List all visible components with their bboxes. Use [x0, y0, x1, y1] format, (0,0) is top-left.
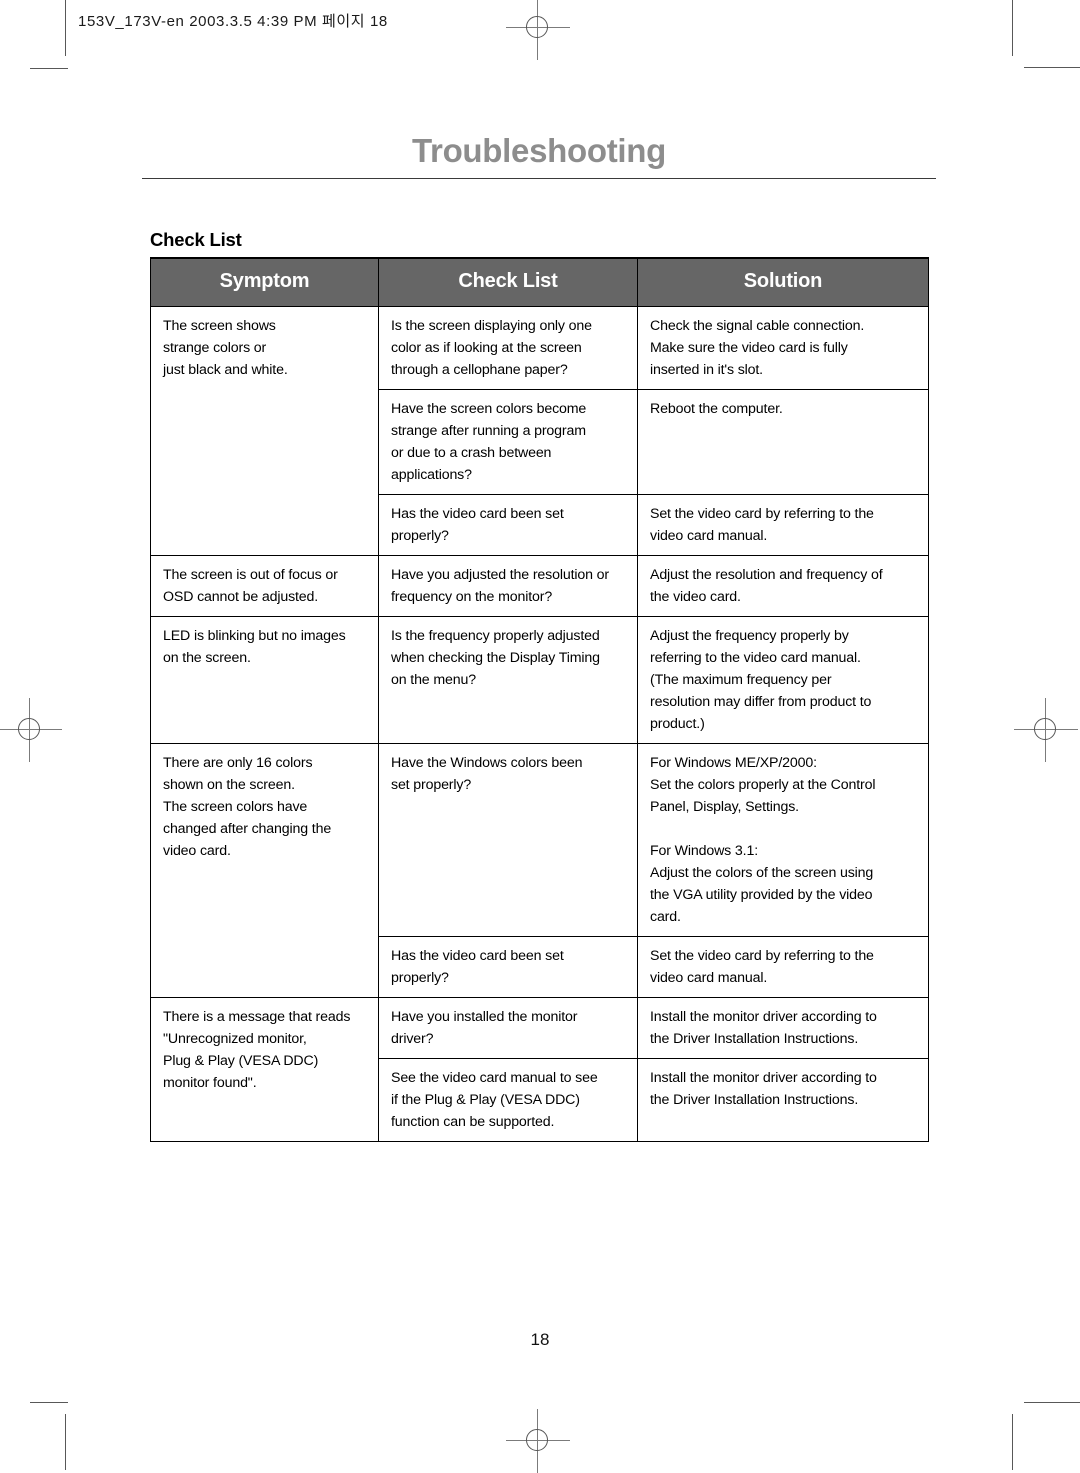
cell-check-list: Has the video card been set properly?: [378, 936, 638, 998]
cell-check-list: Have the Windows colors been set properly…: [378, 743, 638, 937]
table-header-row: Symptom Check List Solution: [150, 257, 929, 307]
column-header-check-list: Check List: [378, 257, 638, 307]
cell-solution: Install the monitor driver according to t…: [637, 997, 929, 1059]
column-header-symptom: Symptom: [150, 257, 379, 307]
checklist-table: Symptom Check List Solution The screen s…: [150, 257, 929, 1142]
table-row: There is a message that reads "Unrecogniz…: [150, 997, 929, 1142]
cell-symptom: There is a message that reads "Unrecogniz…: [150, 997, 379, 1142]
cell-symptom: There are only 16 colors shown on the scr…: [150, 743, 379, 998]
cell-check-list: Have the screen colors become strange aft…: [378, 389, 638, 495]
cell-symptom: The screen is out of focus or OSD cannot …: [150, 555, 379, 617]
cell-check-list: Is the frequency properly adjusted when c…: [378, 616, 638, 744]
cell-symptom: LED is blinking but no images on the scre…: [150, 616, 379, 744]
cell-check-list: Is the screen displaying only one color a…: [378, 306, 638, 390]
cell-solution: For Windows ME/XP/2000: Set the colors pr…: [637, 743, 929, 937]
table-row: The screen shows strange colors or just bl…: [150, 306, 929, 556]
cell-symptom: The screen shows strange colors or just bl…: [150, 306, 379, 556]
cell-check-list: Have you adjusted the resolution or frequ…: [378, 555, 638, 617]
cell-check-list: Has the video card been set properly?: [378, 494, 638, 556]
table-header: Symptom Check List Solution: [150, 257, 929, 307]
title-divider: [142, 178, 936, 179]
table-row: There are only 16 colors shown on the scr…: [150, 743, 929, 998]
column-header-solution: Solution: [637, 257, 929, 307]
cell-check-list: See the video card manual to see if the P…: [378, 1058, 638, 1142]
cell-solution: Set the video card by referring to the vi…: [637, 936, 929, 998]
cell-solution: Reboot the computer.: [637, 389, 929, 495]
cell-solution: Set the video card by referring to the vi…: [637, 494, 929, 556]
section-heading: Check List: [150, 229, 242, 250]
table-row: LED is blinking but no images on the scre…: [150, 616, 929, 744]
cell-check-list: Have you installed the monitor driver?: [378, 997, 638, 1059]
cell-solution: Adjust the resolution and frequency of th…: [637, 555, 929, 617]
table-row: The screen is out of focus or OSD cannot …: [150, 555, 929, 617]
page-number: 18: [530, 1330, 550, 1349]
cell-solution: Check the signal cable connection. Make s…: [637, 306, 929, 390]
page-title: Troubleshooting: [412, 132, 666, 169]
table-body: The screen shows strange colors or just bl…: [150, 306, 929, 1142]
cell-solution: Install the monitor driver according to t…: [637, 1058, 929, 1142]
cell-solution: Adjust the frequency properly by referrin…: [637, 616, 929, 744]
page-content: Troubleshooting Check List Symptom Check…: [0, 0, 1080, 1470]
